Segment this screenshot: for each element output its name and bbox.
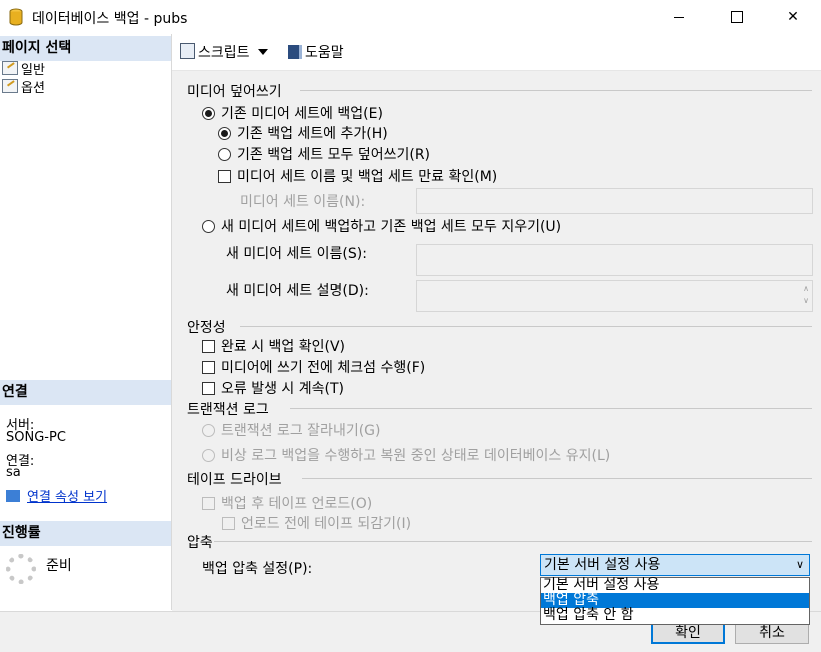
maximize-icon <box>731 11 743 23</box>
cancel-button[interactable]: 취소 <box>735 622 809 644</box>
radio-label: 기존 미디어 세트에 백업(E) <box>221 106 383 122</box>
radio-label: 트랜잭션 로그 잘라내기(G) <box>221 423 381 439</box>
checkbox-label: 언로드 전에 테이프 되감기(I) <box>241 516 412 532</box>
minimize-button[interactable] <box>656 0 702 34</box>
checkbox-indicator[interactable] <box>222 517 235 530</box>
checkbox-indicator[interactable] <box>202 361 215 374</box>
compression-label: 백업 압축 설정(P): <box>202 561 313 577</box>
chevron-down-icon[interactable]: ∨ <box>796 555 804 575</box>
tape-group-title: 테이프 드라이브 <box>187 472 282 488</box>
new-media-desc-input[interactable]: ∧ ∨ <box>416 280 813 312</box>
new-media-name-input[interactable] <box>416 244 813 276</box>
radio-indicator[interactable] <box>218 148 231 161</box>
progress-spinner-icon <box>6 554 36 584</box>
maximize-button[interactable] <box>714 0 760 34</box>
progress-status: 준비 <box>46 558 72 574</box>
group-divider <box>214 541 812 542</box>
ok-button[interactable]: 확인 <box>651 622 725 644</box>
page-item-label: 옵션 <box>21 81 45 96</box>
radio-truncate-log[interactable]: 트랜잭션 로그 잘라내기(G) <box>202 420 380 440</box>
checkbox-label: 완료 시 백업 확인(V) <box>221 339 346 355</box>
radio-label: 기존 백업 세트 모두 덮어쓰기(R) <box>237 147 431 163</box>
radio-append[interactable]: 기존 백업 세트에 추가(H) <box>218 123 388 143</box>
help-label: 도움말 <box>305 45 344 61</box>
media-set-name-input[interactable] <box>416 188 813 214</box>
options-panel: 미디어 덮어쓰기 기존 미디어 세트에 백업(E) 기존 백업 세트에 추가(H… <box>172 71 821 625</box>
view-connection-properties-link[interactable]: 연결 속성 보기 <box>6 486 107 505</box>
group-divider <box>290 408 812 409</box>
checkbox-label: 미디어 세트 이름 및 백업 세트 만료 확인(M) <box>237 169 498 185</box>
compression-selected-value: 기본 서버 설정 사용 <box>544 557 661 573</box>
media-group-title: 미디어 덮어쓰기 <box>187 84 282 100</box>
radio-indicator[interactable] <box>218 127 231 140</box>
radio-label: 새 미디어 세트에 백업하고 기존 백업 세트 모두 지우기(U) <box>221 219 562 235</box>
connection-header: 연결 <box>0 380 171 405</box>
radio-label: 기존 백업 세트에 추가(H) <box>237 126 388 142</box>
page-icon <box>2 79 18 93</box>
checkbox-label: 백업 후 테이프 언로드(O) <box>221 496 373 512</box>
group-divider <box>302 478 812 479</box>
group-divider <box>240 326 812 327</box>
properties-icon <box>6 490 20 502</box>
checkbox-label: 미디어에 쓰기 전에 체크섬 수행(F) <box>221 360 426 376</box>
radio-new-media-set[interactable]: 새 미디어 세트에 백업하고 기존 백업 세트 모두 지우기(U) <box>202 216 561 236</box>
progress-header: 진행률 <box>0 521 171 546</box>
help-button[interactable]: 도움말 <box>288 42 344 62</box>
dropdown-caret-icon <box>257 49 268 55</box>
new-media-name-label: 새 미디어 세트 이름(S): <box>226 246 367 262</box>
compression-dropdown-list: 기본 서버 설정 사용 백업 압축 백업 압축 안 함 <box>540 577 810 625</box>
title-bar: 데이터베이스 백업 - pubs ✕ <box>0 0 821 34</box>
checkbox-indicator[interactable] <box>202 382 215 395</box>
radio-indicator[interactable] <box>202 107 215 120</box>
checkbox-indicator[interactable] <box>202 497 215 510</box>
left-panel: 페이지 선택 일반 옵션 연결 서버: SONG-PC 연결: sa 연결 속성… <box>0 34 172 610</box>
page-icon <box>2 61 18 75</box>
server-value: SONG-PC <box>6 430 66 445</box>
checkbox-indicator[interactable] <box>202 340 215 353</box>
compression-group-title: 압축 <box>187 535 213 551</box>
media-set-name-label: 미디어 세트 이름(N): <box>240 194 366 210</box>
compression-option-compress[interactable]: 백업 압축 <box>541 593 809 608</box>
radio-label: 비상 로그 백업을 수행하고 복원 중인 상태로 데이터베이스 유지(L) <box>221 448 611 464</box>
database-icon <box>9 8 23 26</box>
checkbox-check-media-name[interactable]: 미디어 세트 이름 및 백업 세트 만료 확인(M) <box>218 166 497 186</box>
compression-option-no-compress[interactable]: 백업 압축 안 함 <box>541 608 809 623</box>
checkbox-continue-on-error[interactable]: 오류 발생 시 계속(T) <box>202 378 344 398</box>
checkbox-checksum[interactable]: 미디어에 쓰기 전에 체크섬 수행(F) <box>202 357 425 377</box>
checkbox-rewind-tape[interactable]: 언로드 전에 테이프 되감기(I) <box>222 513 411 533</box>
link-label: 연결 속성 보기 <box>27 490 108 505</box>
script-label: 스크립트 <box>198 45 250 61</box>
reliability-group-title: 안정성 <box>187 320 226 336</box>
new-media-desc-label: 새 미디어 세트 설명(D): <box>226 283 369 299</box>
compression-option-default[interactable]: 기본 서버 설정 사용 <box>541 578 809 593</box>
page-item-label: 일반 <box>21 63 45 78</box>
radio-overwrite[interactable]: 기존 백업 세트 모두 덮어쓰기(R) <box>218 144 430 164</box>
radio-backup-existing[interactable]: 기존 미디어 세트에 백업(E) <box>202 103 383 123</box>
compression-select[interactable]: 기본 서버 설정 사용 ∨ <box>540 554 810 576</box>
radio-tail-log[interactable]: 비상 로그 백업을 수행하고 복원 중인 상태로 데이터베이스 유지(L) <box>202 445 610 465</box>
radio-indicator[interactable] <box>202 424 215 437</box>
scroll-arrows-icon[interactable]: ∧ ∨ <box>803 283 809 307</box>
checkbox-unload-tape[interactable]: 백업 후 테이프 언로드(O) <box>202 493 372 513</box>
script-button[interactable]: 스크립트 <box>180 42 268 62</box>
close-button[interactable]: ✕ <box>770 0 816 34</box>
minimize-icon <box>674 16 684 18</box>
transaction-log-group-title: 트랜잭션 로그 <box>187 402 269 418</box>
page-item-general[interactable]: 일반 <box>2 61 45 79</box>
page-item-options[interactable]: 옵션 <box>2 79 45 97</box>
group-divider <box>300 90 812 91</box>
connection-value: sa <box>6 465 21 480</box>
window-title: 데이터베이스 백업 - pubs <box>32 11 188 27</box>
page-select-header: 페이지 선택 <box>0 36 171 61</box>
script-icon <box>180 43 195 59</box>
toolbar: 스크립트 도움말 <box>172 34 821 71</box>
help-icon <box>288 45 302 59</box>
checkbox-verify[interactable]: 완료 시 백업 확인(V) <box>202 336 345 356</box>
radio-indicator[interactable] <box>202 449 215 462</box>
close-icon: ✕ <box>787 9 799 25</box>
radio-indicator[interactable] <box>202 220 215 233</box>
checkbox-label: 오류 발생 시 계속(T) <box>221 381 344 397</box>
checkbox-indicator[interactable] <box>218 170 231 183</box>
